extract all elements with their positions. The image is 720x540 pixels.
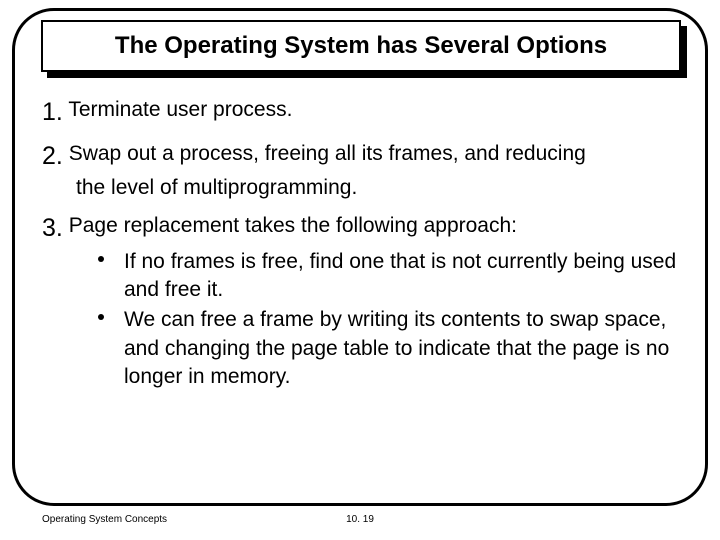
bullet-icon [98,314,104,320]
footer-page-number: 10. 19 [0,514,720,525]
content-area: 1. Terminate user process. 2. Swap out a… [42,96,682,401]
list-item-3: 3. Page replacement takes the following … [42,212,682,391]
sub-item-text: We can free a frame by writing its conte… [124,308,669,388]
sub-item: If no frames is free, find one that is n… [94,248,682,305]
item-number: 1. [42,96,63,130]
item-text: Swap out a process, freeing all its fram… [69,142,586,165]
sub-item-text: If no frames is free, find one that is n… [124,250,676,301]
sub-list: If no frames is free, find one that is n… [94,248,682,392]
item-text-cont: the level of multiprogramming. [76,174,682,202]
item-text: Terminate user process. [68,98,292,121]
list-item-2: 2. Swap out a process, freeing all its f… [42,140,682,202]
title-box: The Operating System has Several Options [41,20,681,72]
bullet-icon [98,256,104,262]
list-item-1: 1. Terminate user process. [42,96,682,130]
sub-item: We can free a frame by writing its conte… [94,306,682,391]
item-text: Page replacement takes the following app… [69,214,517,237]
slide-title: The Operating System has Several Options [115,32,607,60]
item-number: 2. [42,140,63,174]
item-number: 3. [42,212,63,246]
